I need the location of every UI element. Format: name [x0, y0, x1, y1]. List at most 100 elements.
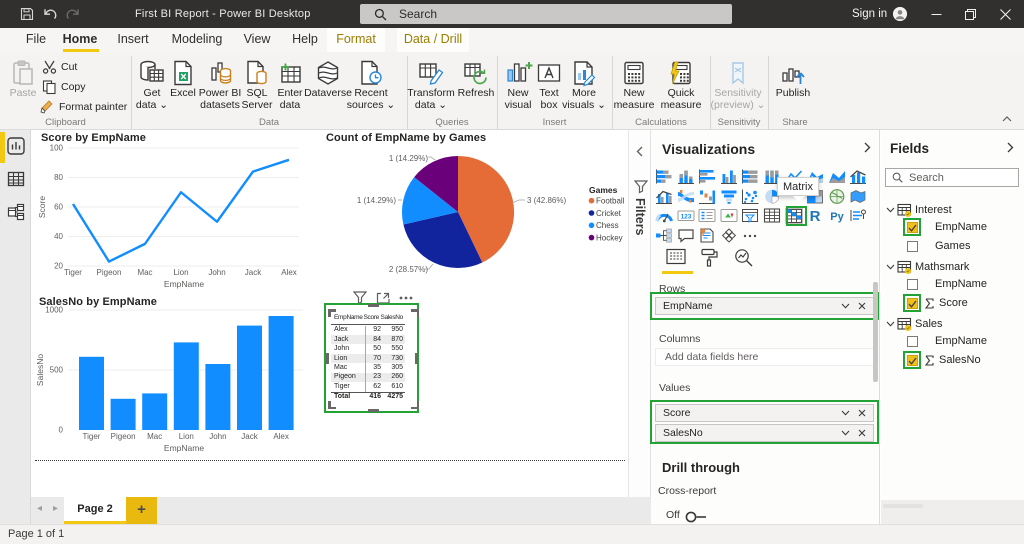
menu-tab-help[interactable]: Help — [284, 28, 326, 52]
more-icon[interactable] — [741, 228, 759, 244]
chevron-down-icon[interactable] — [841, 410, 850, 416]
scatter-chart-icon[interactable] — [741, 189, 759, 205]
fields-field-mathsmark-score[interactable]: Score — [881, 295, 1024, 314]
pct-stacked-bar-chart-icon[interactable] — [741, 169, 759, 185]
stacked-bar-chart-icon[interactable] — [655, 169, 673, 185]
clustered-column-chart-icon[interactable] — [720, 169, 738, 185]
selection-handle-edge[interactable] — [326, 353, 329, 364]
field-checkbox[interactable] — [907, 279, 918, 290]
menu-tab-home[interactable]: Home — [58, 28, 102, 52]
python-icon[interactable]: Py — [828, 208, 846, 224]
filled-map-icon[interactable] — [849, 189, 867, 205]
selection-handle-edge[interactable] — [368, 409, 379, 412]
field-checkbox-checked[interactable] — [907, 222, 918, 233]
page-nav-forward-arrow[interactable]: ▸ — [53, 503, 58, 514]
ribbon-chart-icon[interactable] — [677, 189, 695, 205]
matrix-visual-table[interactable]: EmpNameScoreSalesNoAlex92950Jack84870Joh… — [331, 311, 407, 403]
key-influencers-icon[interactable] — [849, 208, 867, 224]
field-checkbox[interactable] — [907, 241, 918, 252]
page-tab-page-2[interactable]: Page 2 — [64, 497, 126, 524]
more-options-icon[interactable] — [399, 296, 413, 300]
fields-field-interest-games[interactable]: Games — [881, 238, 1024, 257]
menu-tab-modeling[interactable]: Modeling — [166, 28, 228, 52]
selection-handle-corner[interactable] — [411, 309, 419, 317]
ribbon-button-more-visuals[interactable]: More visuals ⌄ — [556, 56, 612, 111]
fields-field-interest-empname[interactable]: EmpName — [881, 219, 1024, 238]
columns-drop-area[interactable]: Add data fields here — [655, 348, 874, 366]
ribbon-button-cut[interactable]: Cut — [42, 60, 77, 74]
nav-report-view[interactable] — [7, 137, 25, 155]
stacked-column-chart-icon[interactable] — [677, 169, 695, 185]
ribbon-button-publish[interactable]: Publish — [765, 56, 821, 100]
field-checkbox-checked[interactable] — [907, 298, 918, 309]
close-button[interactable] — [987, 0, 1024, 28]
ribbon-button-format-painter[interactable]: Format painter — [40, 100, 127, 114]
multi-row-card-icon[interactable] — [698, 208, 716, 224]
menu-tab-insert[interactable]: Insert — [111, 28, 155, 52]
menu-tab-format[interactable]: Format — [327, 28, 385, 52]
menu-tab-data-drill[interactable]: Data / Drill — [397, 28, 469, 52]
matrix-column-header[interactable]: EmpName — [334, 314, 363, 321]
chevron-expanded-icon[interactable] — [886, 207, 895, 213]
minimize-button[interactable] — [919, 0, 953, 28]
sign-in-button[interactable]: Sign in — [852, 0, 887, 28]
focus-mode-icon[interactable] — [376, 292, 390, 304]
chevron-expanded-icon[interactable] — [886, 321, 895, 327]
chevron-down-icon[interactable] — [841, 430, 850, 436]
line-chart[interactable]: 20406080100TigerPigeonMacLionJohnJackAle… — [31, 144, 331, 302]
visualizations-scrollbar[interactable] — [873, 282, 878, 382]
format-tab-icon[interactable] — [700, 248, 722, 268]
selection-handle-edge[interactable] — [368, 304, 379, 307]
bar-chart[interactable]: 05001000TigerPigeonMacLionJohnJackAlexEm… — [31, 290, 331, 460]
field-checkbox-checked[interactable] — [907, 355, 918, 366]
global-search-input[interactable]: Search — [360, 4, 732, 24]
field-checkbox[interactable] — [907, 336, 918, 347]
table-icon[interactable] — [763, 208, 781, 224]
matrix-column-header[interactable]: Score — [364, 314, 379, 321]
r-script-icon[interactable]: R — [806, 208, 824, 224]
card-icon[interactable]: 123 — [677, 208, 695, 224]
collapse-visualizations-chevron[interactable] — [864, 142, 871, 156]
stacked-area-chart-icon[interactable] — [828, 169, 846, 185]
remove-field-icon[interactable] — [858, 302, 866, 310]
arcgis-icon[interactable] — [720, 228, 738, 244]
field-pill-rows-field-empname[interactable]: EmpName — [655, 297, 874, 315]
remove-field-icon[interactable] — [858, 409, 866, 417]
selection-handle-edge[interactable] — [415, 353, 418, 364]
clustered-bar-chart-icon[interactable] — [698, 169, 716, 185]
field-pill-values-field-score[interactable]: Score — [655, 404, 874, 422]
fields-table-interest[interactable]: Interest — [881, 200, 1024, 219]
restore-button[interactable] — [953, 0, 987, 28]
pie-chart[interactable]: 3 (42.86%)2 (28.57%)1 (14.29%)1 (14.29%)… — [321, 130, 628, 290]
fields-table-mathsmark[interactable]: Mathsmark — [881, 257, 1024, 276]
fields-search-input[interactable]: Search — [885, 168, 1019, 187]
kpi-icon[interactable] — [720, 208, 738, 224]
paginated-report-icon[interactable] — [698, 228, 716, 244]
map-icon[interactable] — [828, 189, 846, 205]
report-canvas[interactable]: Score by EmpName20406080100TigerPigeonMa… — [31, 130, 628, 497]
slicer-icon[interactable] — [741, 208, 759, 224]
waterfall-chart-icon[interactable] — [698, 189, 716, 205]
chevron-down-icon[interactable] — [841, 303, 850, 309]
menu-tab-file[interactable]: File — [17, 28, 55, 52]
fields-field-mathsmark-empname[interactable]: EmpName — [881, 276, 1024, 295]
page-nav-back-arrow[interactable]: ◂ — [37, 503, 42, 514]
ribbon-button-recent-sources[interactable]: Recent sources ⌄ — [343, 56, 399, 111]
ribbon-button-copy[interactable]: Copy — [42, 80, 86, 94]
fields-tab-icon[interactable] — [666, 248, 688, 268]
funnel-chart-icon[interactable] — [720, 189, 738, 205]
decomposition-tree-icon[interactable] — [655, 228, 673, 244]
horizontal-scrollbar[interactable] — [883, 504, 923, 508]
nav-model-view[interactable] — [7, 203, 25, 221]
chevron-expanded-icon[interactable] — [886, 264, 895, 270]
ribbon-button-quick-measure[interactable]: Quick measure — [653, 56, 709, 111]
line-stacked-column-icon[interactable] — [849, 169, 867, 185]
menu-tab-view[interactable]: View — [236, 28, 278, 52]
fields-field-sales-salesno[interactable]: SalesNo — [881, 352, 1024, 371]
filters-pane-label[interactable]: Filters — [633, 198, 647, 236]
fields-field-sales-empname[interactable]: EmpName — [881, 333, 1024, 352]
remove-field-icon[interactable] — [858, 429, 866, 437]
qa-icon[interactable] — [677, 228, 695, 244]
field-pill-values-field-salesno[interactable]: SalesNo — [655, 424, 874, 442]
avatar[interactable] — [893, 7, 907, 21]
